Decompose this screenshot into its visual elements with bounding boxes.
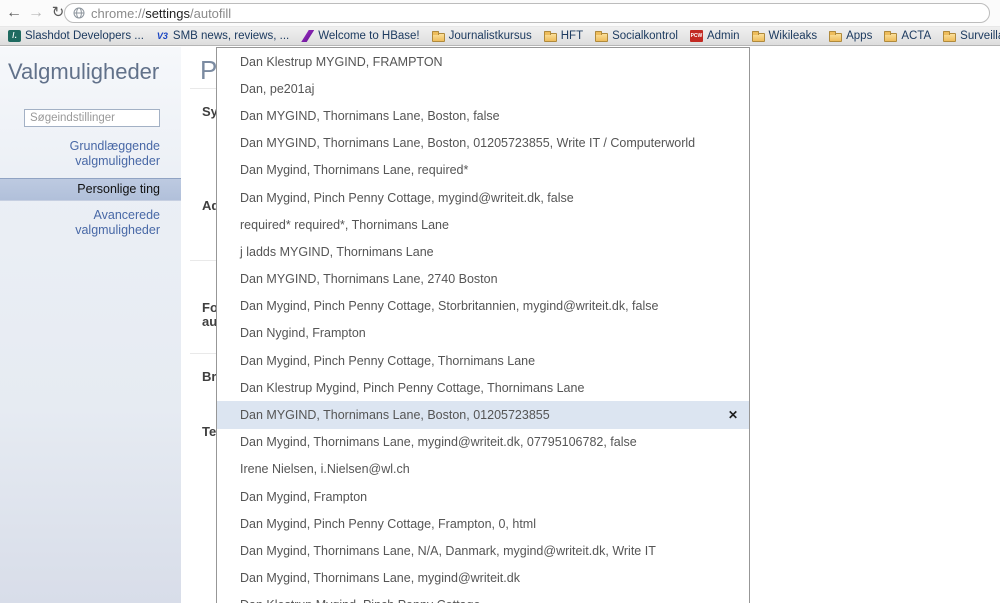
sidebar-item-avancerede[interactable]: Avancerede valgmuligheder [0,204,181,242]
pcw-icon: PCW [690,30,703,42]
bookmark-admin[interactable]: PCW Admin [684,27,746,45]
bookmark-label: ACTA [901,30,931,42]
bookmark-label: Journalistkursus [449,30,532,42]
autofill-entry-partial[interactable]: Dan Klestrup Mygind, Pinch Penny Cottage [217,592,749,603]
bookmark-hbase[interactable]: Welcome to HBase! [295,27,425,45]
autofill-entry[interactable]: Dan MYGIND, Thornimans Lane, 2740 Boston [217,266,749,293]
settings-sidebar: Valgmuligheder Grundlæggende valgmulighe… [0,47,181,603]
bookmark-label: Wikileaks [769,30,818,42]
autofill-entry[interactable]: Dan Mygind, Thornimans Lane, mygind@writ… [217,429,749,456]
address-bar[interactable]: chrome://settings/autofill [64,3,990,23]
content-heading-fragment: P [200,55,217,86]
v3-logo-icon: V3 [156,30,169,42]
bookmark-folder-wikileaks[interactable]: Wikileaks [746,27,824,45]
autofill-entry[interactable]: Dan Klestrup MYGIND, FRAMPTON [217,48,749,75]
browser-toolbar: ← → ↻ chrome://settings/autofill [0,0,1000,26]
bookmark-label: Welcome to HBase! [318,30,419,42]
sidebar-item-personlige-ting[interactable]: Personlige ting [0,178,181,201]
bookmark-label: HFT [561,30,583,42]
bookmark-folder-acta[interactable]: ACTA [878,27,937,45]
folder-icon [943,33,956,42]
back-icon[interactable]: ← [4,1,24,25]
autofill-entry[interactable]: Dan MYGIND, Thornimans Lane, Boston, fal… [217,102,749,129]
bookmark-v3-smb-news[interactable]: V3 SMB news, reviews, ... [150,27,295,45]
bookmark-label: Slashdot Developers ... [25,30,144,42]
autofill-entry[interactable]: Dan Mygind, Frampton [217,483,749,510]
slashdot-icon: /. [8,30,21,42]
bookmark-folder-socialkontrol[interactable]: Socialkontrol [589,27,684,45]
autofill-entry[interactable]: Dan Klestrup Mygind, Pinch Penny Cottage… [217,374,749,401]
url-path: /autofill [190,6,231,21]
autofill-entry[interactable]: Dan Mygind, Pinch Penny Cottage, Frampto… [217,510,749,537]
bookmark-label: Apps [846,30,872,42]
url-scheme: chrome:// [91,6,145,21]
bookmark-folder-hft[interactable]: HFT [538,27,589,45]
page-title: Valgmuligheder [8,59,159,85]
search-input[interactable] [24,109,160,127]
folder-icon [884,33,897,42]
forward-icon[interactable]: → [26,1,46,25]
autofill-entry[interactable]: Dan Mygind, Pinch Penny Cottage, Storbri… [217,293,749,320]
url-text: chrome://settings/autofill [91,6,231,21]
autofill-dropdown: Dan Klestrup MYGIND, FRAMPTON Dan, pe201… [216,47,750,603]
url-host: settings [145,6,190,21]
sidebar-item-grundlaeggende[interactable]: Grundlæggende valgmuligheder [0,135,181,173]
section-label-fragment: au [202,314,217,329]
bookmarks-bar: /. Slashdot Developers ... V3 SMB news, … [0,26,1000,46]
bookmark-label: SMB news, reviews, ... [173,30,289,42]
bookmark-folder-surveillance[interactable]: Surveillance [937,27,1000,45]
folder-icon [752,33,765,42]
globe-icon [73,7,85,19]
autofill-entry-text: Dan MYGIND, Thornimans Lane, Boston, 012… [240,408,550,422]
bookmark-label: Admin [707,30,740,42]
bookmark-label: Surveillance [960,30,1000,42]
autofill-entry[interactable]: Dan Nygind, Frampton [217,320,749,347]
folder-icon [432,33,445,42]
folder-icon [595,33,608,42]
bookmark-folder-apps[interactable]: Apps [823,27,878,45]
autofill-entry[interactable]: Dan Mygind, Thornimans Lane, mygind@writ… [217,565,749,592]
close-icon[interactable]: ✕ [726,408,740,422]
bookmark-label: Socialkontrol [612,30,678,42]
autofill-entry[interactable]: Irene Nielsen, i.Nielsen@wl.ch [217,456,749,483]
sidebar-nav: Grundlæggende valgmuligheder Personlige … [0,135,181,242]
bookmark-folder-journalistkursus[interactable]: Journalistkursus [426,27,538,45]
autofill-entry[interactable]: Dan MYGIND, Thornimans Lane, Boston, 012… [217,130,749,157]
autofill-entry[interactable]: Dan, pe201aj [217,75,749,102]
autofill-entry[interactable]: Dan Mygind, Pinch Penny Cottage, mygind@… [217,184,749,211]
autofill-entry-highlighted[interactable]: Dan MYGIND, Thornimans Lane, Boston, 012… [217,401,749,428]
bookmark-slashdot[interactable]: /. Slashdot Developers ... [2,27,150,45]
folder-icon [829,33,842,42]
folder-icon [544,33,557,42]
hbase-swoosh-icon [301,30,314,42]
autofill-entry[interactable]: j ladds MYGIND, Thornimans Lane [217,238,749,265]
section-label-fragment: Te [202,424,216,439]
autofill-entry[interactable]: required* required*, Thornimans Lane [217,211,749,238]
autofill-entry[interactable]: Dan Mygind, Pinch Penny Cottage, Thornim… [217,347,749,374]
autofill-entry[interactable]: Dan Mygind, Thornimans Lane, N/A, Danmar… [217,537,749,564]
section-label-fragment: Br [202,369,216,384]
autofill-entry[interactable]: Dan Mygind, Thornimans Lane, required* [217,157,749,184]
